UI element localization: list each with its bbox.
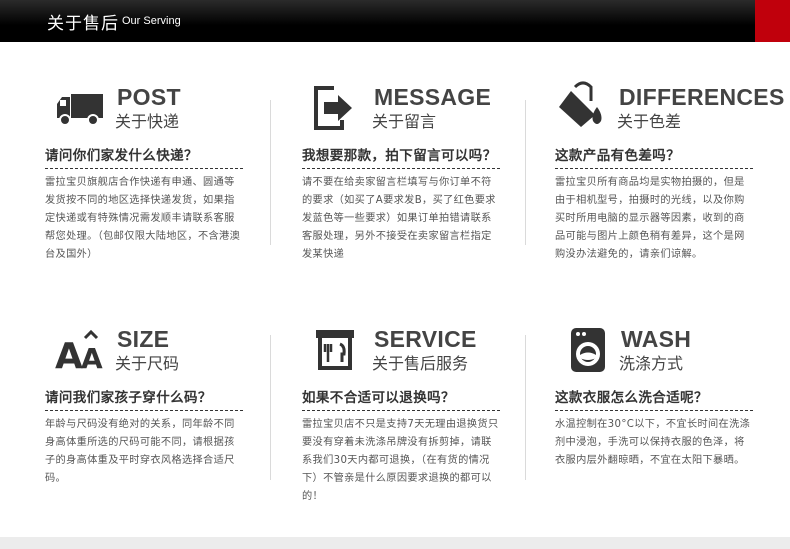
page-subtitle: Our Serving bbox=[122, 15, 181, 27]
section-title-cn: 关于快递 bbox=[115, 112, 180, 131]
faq-answer: 雷拉宝贝店不只是支持7天无理由退换货只要没有穿着未洗涤吊牌没有拆剪掉，请联系我们… bbox=[302, 419, 499, 502]
svg-text:A: A bbox=[81, 342, 103, 372]
section-title-en: DIFFERENCES bbox=[619, 84, 785, 110]
column-divider bbox=[270, 335, 271, 480]
washing-machine-icon bbox=[571, 328, 605, 372]
faq-question: 这款衣服怎么洗合适呢？ bbox=[555, 386, 753, 411]
faq-answer: 雷拉宝贝所有商品均是实物拍摄的，但是由于相机型号，拍摄时的光线，以及你购买时所用… bbox=[555, 177, 745, 260]
faq-question: 请问我们家孩子穿什么码？ bbox=[45, 386, 243, 411]
paint-bucket-icon bbox=[559, 81, 602, 127]
bottom-strip bbox=[0, 537, 790, 549]
section-title-cn: 关于尺码 bbox=[115, 354, 180, 373]
section-title-en: SIZE bbox=[117, 326, 170, 352]
faq-question: 如果不合适可以退换吗？ bbox=[302, 386, 500, 411]
section-title-cn: 关于售后服务 bbox=[372, 354, 469, 373]
service-icon bbox=[316, 330, 354, 370]
top-banner: 关于售后 Our Serving bbox=[0, 0, 790, 42]
section-title-en: POST bbox=[117, 84, 181, 110]
truck-icon bbox=[57, 94, 103, 126]
section-title-cn: 洗涤方式 bbox=[619, 354, 684, 373]
message-icon bbox=[314, 86, 352, 130]
faq-answer: 年龄与尺码没有绝对的关系，同年龄不同身高体重所选的尺码可能不同，请根据孩子的身高… bbox=[45, 419, 235, 484]
section-title-cn: 关于留言 bbox=[372, 112, 437, 131]
column-divider bbox=[270, 100, 271, 245]
section-title-en: WASH bbox=[621, 326, 692, 352]
svg-text:A: A bbox=[55, 336, 83, 372]
faq-question: 请问你们家发什么快递？ bbox=[45, 144, 243, 169]
faq-answer: 水温控制在30°C以下，不宜长时间在洗涤剂中浸泡，手洗可以保持衣服的色泽，将衣服… bbox=[555, 419, 751, 466]
column-divider bbox=[525, 100, 526, 245]
section-title-en: SERVICE bbox=[374, 326, 477, 352]
faq-answer: 雷拉宝贝旗舰店合作快递有申通、圆通等发货按不同的地区选择快递发货，如果指定快递或… bbox=[45, 177, 241, 260]
section-title-en: MESSAGE bbox=[374, 84, 492, 110]
column-divider bbox=[525, 335, 526, 480]
section-title-cn: 关于色差 bbox=[617, 112, 682, 131]
accent-block bbox=[755, 0, 790, 42]
page-title: 关于售后 bbox=[47, 14, 119, 34]
faq-question: 这款产品有色差吗？ bbox=[555, 144, 753, 169]
faq-question: 我想要那款，拍下留言可以吗？ bbox=[302, 144, 500, 169]
font-size-icon: A A bbox=[55, 329, 103, 372]
faq-answer: 请不要在给卖家留言栏填写与你订单不符的要求（如买了A要求发B，买了红色要求发蓝色… bbox=[302, 177, 496, 260]
